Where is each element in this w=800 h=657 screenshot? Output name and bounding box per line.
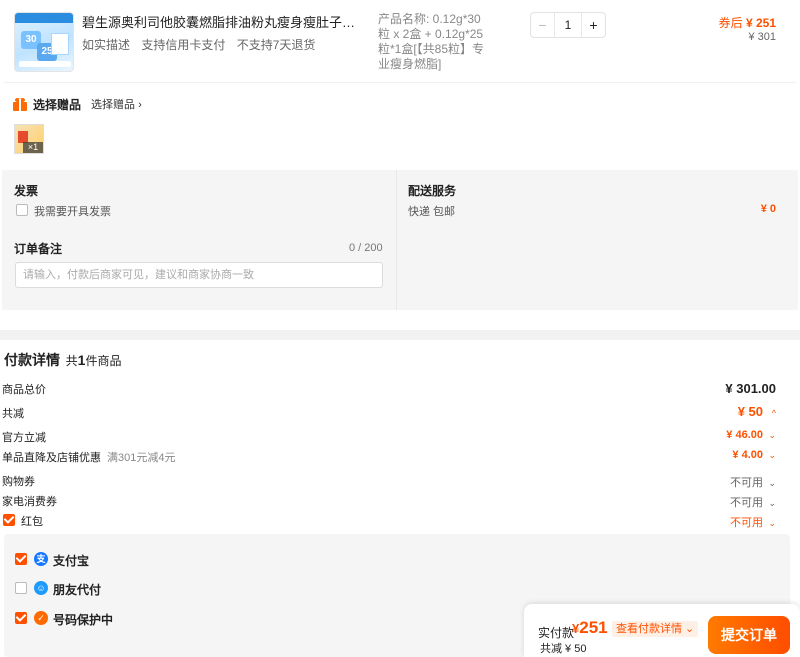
product-spec: 产品名称: 0.12g*30粒 x 2盒 + 0.12g*25粒*1盒[【共85…	[378, 12, 485, 71]
after-coupon-label: 券后	[718, 16, 743, 30]
gift-row: 选择赠品 选择赠品 ›	[13, 96, 142, 112]
total-value: ¥ 301.00	[725, 381, 776, 396]
redpacket-row[interactable]: 不可用 ⌄	[730, 514, 776, 530]
total-saved: 共减 ¥ 50	[540, 643, 587, 655]
product-tags: 如实描述 支持信用卡支付 不支持7天退货	[82, 36, 323, 53]
paid-label: 实付款	[538, 626, 575, 640]
alipay-icon: 支	[34, 552, 48, 566]
after-coupon-value: ¥ 251	[745, 16, 776, 30]
voucher-row[interactable]: 不可用 ⌄	[730, 474, 776, 490]
official-discount-value: ¥ 46.00	[726, 429, 763, 441]
discount-label: 共减	[2, 408, 24, 420]
total-label: 商品总价	[2, 384, 46, 396]
order-note-title: 订单备注	[14, 242, 63, 256]
paid-amount-value: 251	[579, 618, 608, 637]
number-protection-checkbox[interactable]	[15, 612, 27, 624]
invoice-checkbox[interactable]	[16, 204, 28, 216]
official-discount-row[interactable]: ¥ 46.00 ⌄	[726, 429, 776, 441]
quantity-value[interactable]: 1	[555, 13, 581, 37]
shield-icon: ✓	[34, 611, 48, 625]
view-payment-details-link[interactable]: 查看付款详情 ⌄	[612, 621, 699, 637]
gift-icon	[13, 97, 27, 111]
appliance-voucher-label: 家电消费券	[2, 496, 57, 508]
redpacket-checkbox[interactable]	[3, 514, 15, 526]
gift-title: 选择赠品	[33, 97, 82, 112]
invoice-delivery-panel	[2, 170, 798, 310]
quantity-increase-button[interactable]: +	[581, 13, 605, 37]
divider	[4, 82, 796, 83]
original-price: ¥ 301	[748, 31, 776, 43]
redpacket-value: 不可用	[730, 517, 763, 529]
friend-pay-checkbox[interactable]	[15, 582, 27, 594]
alipay-label[interactable]: 支付宝	[53, 552, 89, 569]
number-protection-label[interactable]: 号码保护中	[53, 611, 113, 628]
discount-value: ¥ 50	[737, 404, 763, 419]
gift-thumbnail[interactable]: ×1	[14, 124, 44, 154]
submit-order-button[interactable]: 提交订单	[708, 616, 790, 654]
redpacket-label: 红包	[21, 516, 43, 528]
chevron-up-icon[interactable]: ^	[766, 408, 776, 418]
delivery-price: ¥ 0	[760, 203, 776, 215]
item-count: 共1件商品	[65, 352, 122, 368]
order-note-counter: 0 / 200	[349, 242, 383, 254]
quantity-decrease-button[interactable]: −	[531, 13, 555, 37]
order-note-input[interactable]: 请输入，付款后商家可见，建议和商家协商一致	[15, 262, 383, 288]
choose-gift-link[interactable]: 选择赠品 ›	[91, 96, 142, 112]
store-discount-row[interactable]: ¥ 4.00 ⌄	[732, 449, 776, 461]
discount-row-value[interactable]: ¥ 50 ^	[738, 404, 776, 419]
chevron-down-icon[interactable]: ⌄	[766, 450, 776, 461]
chevron-down-icon[interactable]: ⌄	[766, 498, 776, 509]
invoice-title: 发票	[14, 184, 39, 198]
tag-no-return: 不支持7天退货	[236, 38, 316, 52]
payment-header: 付款详情 共1件商品	[4, 350, 121, 370]
after-coupon-price: 券后 ¥ 251	[719, 14, 776, 31]
alipay-checkbox[interactable]	[15, 553, 27, 565]
chevron-down-icon[interactable]: ⌄	[766, 430, 776, 441]
product-title[interactable]: 碧生源奥利司他胶囊燃脂排油粉丸瘦身瘦肚子减肥药正...	[82, 12, 358, 31]
paid-amount: ¥251	[572, 618, 608, 638]
appliance-voucher-value: 不可用	[730, 497, 763, 509]
chevron-down-icon[interactable]: ⌄	[766, 518, 776, 529]
chevron-down-icon[interactable]: ⌄	[766, 478, 776, 489]
quantity-stepper[interactable]: − 1 +	[530, 12, 606, 38]
product-thumbnail[interactable]: 30 25	[14, 12, 74, 72]
voucher-label: 购物券	[2, 476, 35, 488]
voucher-value: 不可用	[730, 477, 763, 489]
appliance-voucher-row[interactable]: 不可用 ⌄	[730, 494, 776, 510]
store-discount-hint: 满301元减4元	[107, 452, 176, 464]
friend-pay-label[interactable]: 朋友代付	[53, 581, 101, 598]
store-discount-value: ¥ 4.00	[732, 449, 763, 461]
tag-as-described: 如实描述	[82, 38, 131, 52]
friend-pay-icon: ☺	[34, 581, 48, 595]
tag-credit-card: 支持信用卡支付	[141, 38, 226, 52]
gift-count: ×1	[23, 142, 43, 153]
official-discount-label: 官方立减	[2, 432, 46, 444]
invoice-checkbox-label[interactable]: 我需要开具发票	[34, 203, 111, 219]
delivery-method: 快递 包邮	[408, 206, 456, 218]
store-discount-label: 单品直降及店铺优惠 满301元减4元	[2, 452, 176, 464]
delivery-title: 配送服务	[408, 184, 457, 198]
payment-title: 付款详情	[4, 352, 60, 368]
